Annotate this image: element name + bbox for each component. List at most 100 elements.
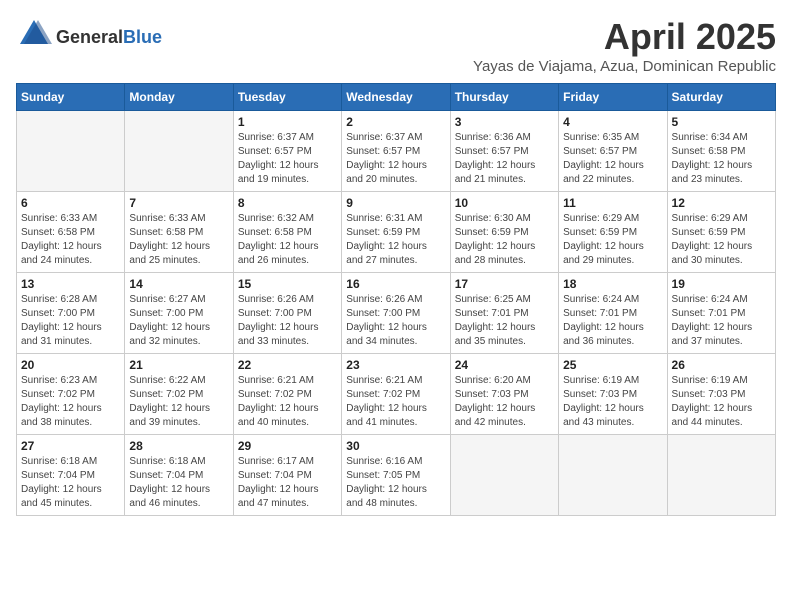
title-block: April 2025 Yayas de Viajama, Azua, Domin… [473,16,776,75]
day-number: 22 [238,358,337,372]
day-detail: Sunrise: 6:37 AM Sunset: 6:57 PM Dayligh… [346,131,445,187]
day-detail: Sunrise: 6:16 AM Sunset: 7:05 PM Dayligh… [346,455,445,511]
day-detail: Sunrise: 6:19 AM Sunset: 7:03 PM Dayligh… [563,374,662,430]
day-number: 9 [346,196,445,210]
day-detail: Sunrise: 6:29 AM Sunset: 6:59 PM Dayligh… [563,212,662,268]
calendar-cell: 26Sunrise: 6:19 AM Sunset: 7:03 PM Dayli… [667,354,775,435]
calendar-cell [17,111,125,192]
day-detail: Sunrise: 6:22 AM Sunset: 7:02 PM Dayligh… [129,374,228,430]
week-row-3: 20Sunrise: 6:23 AM Sunset: 7:02 PM Dayli… [17,354,776,435]
calendar-cell [559,435,667,516]
calendar-cell: 24 Sunrise: 6:20 AM Sunset: 7:03 PM Dayli… [450,354,558,435]
day-number: 13 [21,277,120,291]
day-number: 30 [346,439,445,453]
day-number: 14 [129,277,228,291]
header-row: SundayMondayTuesdayWednesdayThursdayFrid… [17,84,776,111]
day-number: 27 [21,439,120,453]
day-number: 10 [455,196,554,210]
calendar-table: SundayMondayTuesdayWednesdayThursdayFrid… [16,83,776,516]
day-detail: Sunrise: 6:32 AM Sunset: 6:58 PM Dayligh… [238,212,337,268]
calendar-cell: 8 Sunrise: 6:32 AM Sunset: 6:58 PM Daylig… [233,192,341,273]
week-row-2: 13 Sunrise: 6:28 AM Sunset: 7:00 PM Dayli… [17,273,776,354]
day-number: 17 [455,277,554,291]
header-cell-saturday: Saturday [667,84,775,111]
day-detail: Sunrise: 6:21 AM Sunset: 7:02 PM Dayligh… [238,374,337,430]
calendar-cell: 29 Sunrise: 6:17 AM Sunset: 7:04 PM Dayli… [233,435,341,516]
page-header: GeneralBlue April 2025 Yayas de Viajama,… [16,16,776,75]
calendar-cell: 5 Sunrise: 6:34 AM Sunset: 6:58 PM Daylig… [667,111,775,192]
calendar-cell: 10 Sunrise: 6:30 AM Sunset: 6:59 PM Dayli… [450,192,558,273]
calendar-cell [450,435,558,516]
logo-text: GeneralBlue [56,28,162,46]
calendar-cell: 2 Sunrise: 6:37 AM Sunset: 6:57 PM Daylig… [342,111,450,192]
logo: GeneralBlue [16,16,162,57]
calendar-cell: 30 Sunrise: 6:16 AM Sunset: 7:05 PM Dayli… [342,435,450,516]
calendar-cell: 16Sunrise: 6:26 AM Sunset: 7:00 PM Dayli… [342,273,450,354]
day-detail: Sunrise: 6:25 AM Sunset: 7:01 PM Dayligh… [455,293,554,349]
calendar-cell: 14 Sunrise: 6:27 AM Sunset: 7:00 PM Dayli… [125,273,233,354]
calendar-header: SundayMondayTuesdayWednesdayThursdayFrid… [17,84,776,111]
day-number: 4 [563,115,662,129]
header-cell-thursday: Thursday [450,84,558,111]
calendar-cell [667,435,775,516]
day-detail: Sunrise: 6:18 AM Sunset: 7:04 PM Dayligh… [129,455,228,511]
calendar-body: 1 Sunrise: 6:37 AM Sunset: 6:57 PM Daylig… [17,111,776,516]
day-detail: Sunrise: 6:33 AM Sunset: 6:58 PM Dayligh… [21,212,120,268]
calendar-cell: 18 Sunrise: 6:24 AM Sunset: 7:01 PM Dayli… [559,273,667,354]
day-number: 8 [238,196,337,210]
calendar-cell: 6 Sunrise: 6:33 AM Sunset: 6:58 PM Daylig… [17,192,125,273]
day-number: 6 [21,196,120,210]
day-number: 18 [563,277,662,291]
calendar-cell: 7 Sunrise: 6:33 AM Sunset: 6:58 PM Daylig… [125,192,233,273]
calendar-cell: 21Sunrise: 6:22 AM Sunset: 7:02 PM Dayli… [125,354,233,435]
day-number: 7 [129,196,228,210]
calendar-cell: 13 Sunrise: 6:28 AM Sunset: 7:00 PM Dayli… [17,273,125,354]
calendar-cell: 11Sunrise: 6:29 AM Sunset: 6:59 PM Dayli… [559,192,667,273]
calendar-cell: 1 Sunrise: 6:37 AM Sunset: 6:57 PM Daylig… [233,111,341,192]
day-number: 28 [129,439,228,453]
day-detail: Sunrise: 6:27 AM Sunset: 7:00 PM Dayligh… [129,293,228,349]
logo-blue: Blue [123,28,162,46]
calendar-cell: 23 Sunrise: 6:21 AM Sunset: 7:02 PM Dayli… [342,354,450,435]
logo-graphic [16,16,52,57]
week-row-0: 1 Sunrise: 6:37 AM Sunset: 6:57 PM Daylig… [17,111,776,192]
calendar-cell: 9 Sunrise: 6:31 AM Sunset: 6:59 PM Daylig… [342,192,450,273]
calendar-cell: 12Sunrise: 6:29 AM Sunset: 6:59 PM Dayli… [667,192,775,273]
day-number: 3 [455,115,554,129]
day-detail: Sunrise: 6:17 AM Sunset: 7:04 PM Dayligh… [238,455,337,511]
day-detail: Sunrise: 6:34 AM Sunset: 6:58 PM Dayligh… [672,131,771,187]
header-cell-tuesday: Tuesday [233,84,341,111]
day-detail: Sunrise: 6:23 AM Sunset: 7:02 PM Dayligh… [21,374,120,430]
calendar-cell: 19Sunrise: 6:24 AM Sunset: 7:01 PM Dayli… [667,273,775,354]
day-number: 29 [238,439,337,453]
day-number: 12 [672,196,771,210]
day-number: 5 [672,115,771,129]
day-number: 23 [346,358,445,372]
day-detail: Sunrise: 6:28 AM Sunset: 7:00 PM Dayligh… [21,293,120,349]
day-detail: Sunrise: 6:21 AM Sunset: 7:02 PM Dayligh… [346,374,445,430]
day-number: 24 [455,358,554,372]
day-detail: Sunrise: 6:35 AM Sunset: 6:57 PM Dayligh… [563,131,662,187]
day-detail: Sunrise: 6:24 AM Sunset: 7:01 PM Dayligh… [672,293,771,349]
day-detail: Sunrise: 6:20 AM Sunset: 7:03 PM Dayligh… [455,374,554,430]
calendar-cell: 15Sunrise: 6:26 AM Sunset: 7:00 PM Dayli… [233,273,341,354]
day-number: 2 [346,115,445,129]
calendar-cell: 4 Sunrise: 6:35 AM Sunset: 6:57 PM Daylig… [559,111,667,192]
day-detail: Sunrise: 6:30 AM Sunset: 6:59 PM Dayligh… [455,212,554,268]
main-title: April 2025 [473,16,776,58]
day-detail: Sunrise: 6:31 AM Sunset: 6:59 PM Dayligh… [346,212,445,268]
week-row-1: 6 Sunrise: 6:33 AM Sunset: 6:58 PM Daylig… [17,192,776,273]
calendar-cell: 28 Sunrise: 6:18 AM Sunset: 7:04 PM Dayli… [125,435,233,516]
day-number: 1 [238,115,337,129]
calendar-cell [125,111,233,192]
calendar-cell: 22 Sunrise: 6:21 AM Sunset: 7:02 PM Dayli… [233,354,341,435]
day-number: 15 [238,277,337,291]
day-detail: Sunrise: 6:19 AM Sunset: 7:03 PM Dayligh… [672,374,771,430]
header-cell-sunday: Sunday [17,84,125,111]
header-cell-monday: Monday [125,84,233,111]
day-detail: Sunrise: 6:37 AM Sunset: 6:57 PM Dayligh… [238,131,337,187]
day-detail: Sunrise: 6:33 AM Sunset: 6:58 PM Dayligh… [129,212,228,268]
header-cell-wednesday: Wednesday [342,84,450,111]
day-detail: Sunrise: 6:24 AM Sunset: 7:01 PM Dayligh… [563,293,662,349]
week-row-4: 27 Sunrise: 6:18 AM Sunset: 7:04 PM Dayli… [17,435,776,516]
